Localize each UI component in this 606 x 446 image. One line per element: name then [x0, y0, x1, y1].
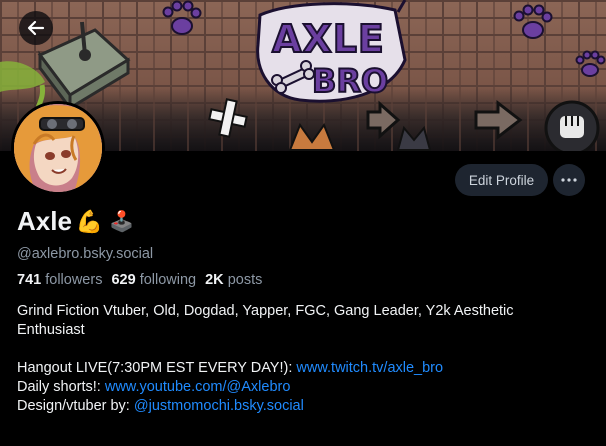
paw-print-icon	[513, 4, 553, 39]
ellipsis-icon	[561, 178, 577, 182]
bio-shorts-text: Daily shorts!:	[17, 379, 105, 395]
fist-icon	[544, 100, 600, 151]
designer-mention-link[interactable]: @justmomochi.bsky.social	[134, 398, 304, 414]
youtube-link[interactable]: www.youtube.com/@Axlebro	[105, 379, 291, 395]
arrow-left-icon	[27, 20, 45, 36]
flexed-biceps-icon: 💪	[75, 208, 104, 234]
posts-label: posts	[227, 272, 263, 288]
x-mark-icon	[208, 98, 248, 138]
posts-count: 2K	[205, 272, 224, 288]
following-label: following	[139, 272, 197, 288]
bio-design-line: Design/vtuber by: @justmomochi.bsky.soci…	[17, 397, 592, 416]
profile-stats: 741 followers 629 following 2K posts	[17, 272, 262, 288]
svg-text:AXLE: AXLE	[272, 17, 385, 61]
bio-shorts-line: Daily shorts!: www.youtube.com/@Axlebro	[17, 378, 592, 397]
handle: @axlebro.bsky.social	[17, 246, 154, 262]
back-button[interactable]	[19, 11, 53, 45]
more-options-button[interactable]	[553, 164, 585, 196]
posts-stat: 2K posts	[205, 272, 262, 288]
axle-bro-logo: AXLE BRO	[256, 0, 407, 103]
bio-hangout-line: Hangout LIVE(7:30PM EST EVERY DAY!): www…	[17, 359, 592, 378]
dog-head-icon	[288, 122, 432, 151]
green-splat-icon	[0, 61, 45, 92]
bio-design-text: Design/vtuber by:	[17, 398, 134, 414]
edit-profile-button[interactable]: Edit Profile	[455, 164, 548, 196]
display-name: Axle 💪 🕹️	[17, 206, 134, 237]
bio-line: Enthusiast	[17, 322, 85, 338]
twitch-link[interactable]: www.twitch.tv/axle_bro	[296, 360, 443, 376]
arrow-outline-icon	[366, 99, 523, 141]
following-stat[interactable]: 629 following	[111, 272, 196, 288]
paw-print-icon	[162, 0, 202, 35]
avatar-portrait	[14, 104, 102, 192]
joystick-icon: 🕹️	[109, 211, 135, 233]
avatar[interactable]	[11, 101, 105, 195]
arcade-box-icon	[37, 21, 131, 113]
bio-line: Grind Fiction Vtuber, Old, Dogdad, Yappe…	[17, 303, 514, 319]
following-count: 629	[111, 272, 136, 288]
bio-hangout-text: Hangout LIVE(7:30PM EST EVERY DAY!):	[17, 360, 297, 376]
svg-text:BRO: BRO	[312, 62, 388, 100]
followers-label: followers	[45, 272, 103, 288]
profile-page: AXLE BRO Edit Profile Axle 💪 🕹️ @axlebro…	[0, 0, 606, 446]
followers-count: 741	[17, 272, 42, 288]
display-name-text: Axle	[17, 206, 72, 236]
paw-print-icon	[575, 50, 606, 77]
followers-stat[interactable]: 741 followers	[17, 272, 102, 288]
profile-bio: Grind Fiction Vtuber, Old, Dogdad, Yappe…	[17, 302, 592, 416]
